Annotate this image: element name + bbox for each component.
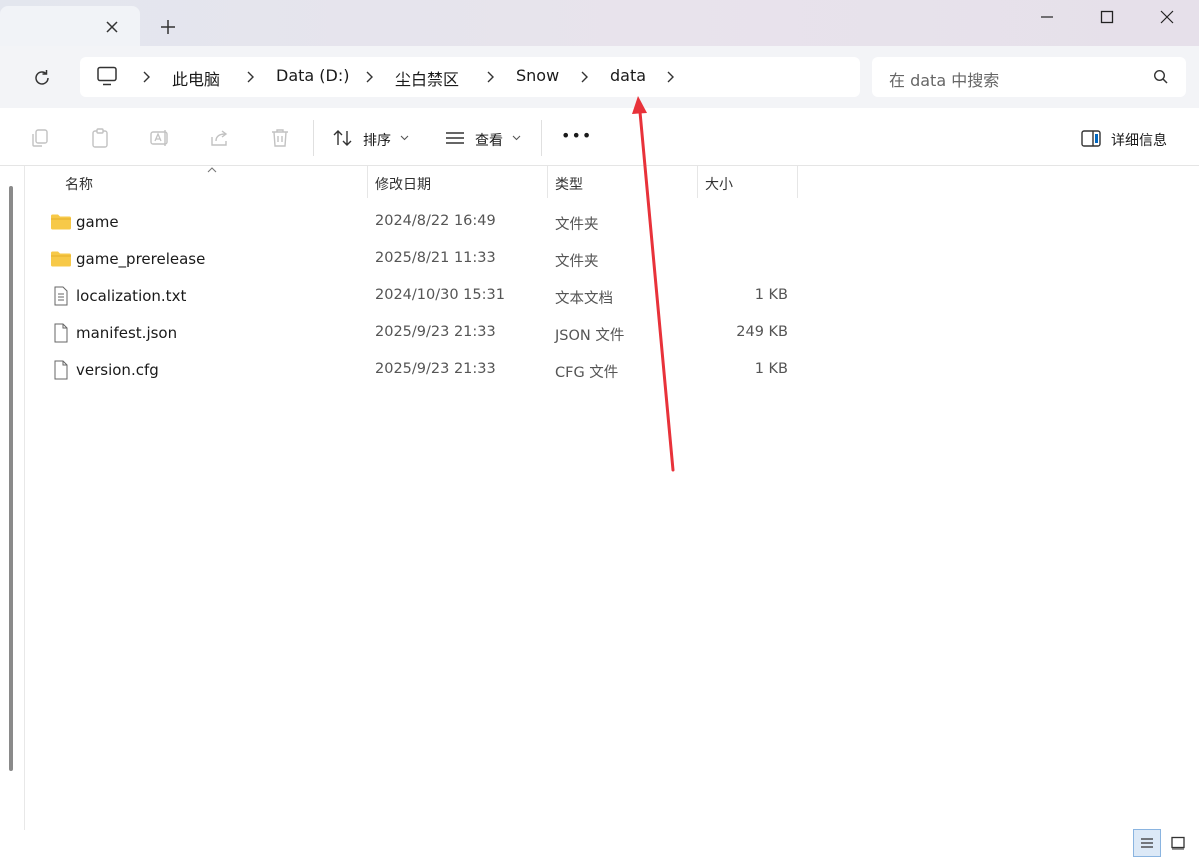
sort-button[interactable]: 排序	[363, 130, 391, 150]
file-date: 2025/9/23 21:33	[375, 324, 496, 340]
sort-icon[interactable]	[332, 127, 354, 149]
crumb-folder-1[interactable]: 尘白禁区	[395, 66, 459, 90]
plus-icon[interactable]	[158, 17, 178, 37]
file-type: JSON 文件	[555, 328, 625, 344]
minimize-button[interactable]	[1017, 0, 1077, 34]
more-options-button[interactable]: •••	[561, 126, 592, 145]
file-icon	[50, 323, 72, 343]
chevron-right-icon[interactable]	[141, 70, 153, 84]
toolbar-divider	[541, 120, 542, 156]
chevron-right-icon[interactable]	[579, 70, 591, 84]
list-view-icon	[1141, 838, 1153, 848]
folder-icon	[50, 249, 72, 269]
column-header-date[interactable]: 修改日期	[375, 174, 431, 194]
text-file-icon	[50, 286, 72, 306]
file-size: 249 KB	[736, 324, 788, 340]
refresh-icon[interactable]	[31, 67, 53, 89]
table-row[interactable]: game_prerelease 2025/8/21 11:33 文件夹	[44, 241, 804, 278]
file-type: 文本文档	[555, 291, 613, 307]
chevron-right-icon[interactable]	[245, 70, 257, 84]
close-icon[interactable]	[103, 18, 121, 36]
close-icon	[1160, 10, 1174, 24]
minimize-icon	[1041, 16, 1053, 18]
chevron-down-icon[interactable]	[512, 134, 521, 142]
file-date: 2025/8/21 11:33	[375, 250, 496, 266]
maximize-button[interactable]	[1077, 0, 1137, 34]
thumbnail-view-button[interactable]	[1164, 829, 1192, 857]
chevron-right-icon[interactable]	[665, 70, 677, 84]
folder-icon	[50, 212, 72, 232]
details-button[interactable]: 详细信息	[1111, 130, 1167, 150]
computer-icon[interactable]	[96, 66, 118, 86]
rename-icon[interactable]	[149, 127, 171, 149]
table-row[interactable]: version.cfg 2025/9/23 21:33 CFG 文件 1 KB	[44, 352, 804, 389]
crumb-folder-2[interactable]: Snow	[516, 66, 559, 85]
file-date: 2025/9/23 21:33	[375, 361, 496, 377]
file-type: CFG 文件	[555, 365, 619, 381]
scrollbar-thumb[interactable]	[9, 186, 13, 771]
table-row[interactable]: manifest.json 2025/9/23 21:33 JSON 文件 24…	[44, 315, 804, 352]
file-size: 1 KB	[754, 287, 788, 303]
file-type: 文件夹	[555, 254, 599, 270]
column-header-name[interactable]: 名称	[65, 174, 93, 194]
chevron-right-icon[interactable]	[364, 70, 376, 84]
file-name[interactable]: game_prerelease	[76, 250, 205, 268]
search-icon[interactable]	[1153, 69, 1169, 85]
tiles-view-icon	[1171, 836, 1185, 850]
command-bar	[0, 108, 1199, 166]
window-close-button[interactable]	[1137, 0, 1197, 34]
column-header-type[interactable]: 类型	[555, 174, 583, 194]
share-icon[interactable]	[209, 127, 231, 149]
search-input[interactable]: 在 data 中搜索	[889, 67, 999, 91]
file-name[interactable]: localization.txt	[76, 287, 186, 305]
view-button[interactable]: 查看	[475, 130, 503, 150]
view-icon[interactable]	[444, 127, 466, 149]
column-divider[interactable]	[547, 166, 548, 198]
file-date: 2024/8/22 16:49	[375, 213, 496, 229]
file-type: 文件夹	[555, 217, 599, 233]
file-name[interactable]: manifest.json	[76, 324, 177, 342]
chevron-right-icon[interactable]	[485, 70, 497, 84]
column-divider[interactable]	[797, 166, 798, 198]
paste-icon[interactable]	[89, 127, 111, 149]
column-divider[interactable]	[697, 166, 698, 198]
chevron-down-icon[interactable]	[400, 134, 409, 142]
details-pane-icon[interactable]	[1080, 128, 1102, 150]
file-name[interactable]: version.cfg	[76, 361, 159, 379]
column-divider[interactable]	[367, 166, 368, 198]
table-row[interactable]: localization.txt 2024/10/30 15:31 文本文档 1…	[44, 278, 804, 315]
table-row[interactable]: game 2024/8/22 16:49 文件夹	[44, 204, 804, 241]
toolbar-divider	[313, 120, 314, 156]
file-size: 1 KB	[754, 361, 788, 377]
crumb-drive[interactable]: Data (D:)	[276, 66, 349, 85]
crumb-current[interactable]: data	[610, 66, 646, 85]
file-icon	[50, 360, 72, 380]
sort-ascending-icon	[206, 166, 218, 174]
maximize-icon	[1100, 10, 1114, 24]
file-date: 2024/10/30 15:31	[375, 287, 505, 303]
file-name[interactable]: game	[76, 213, 119, 231]
delete-icon[interactable]	[269, 127, 291, 149]
details-view-button[interactable]	[1133, 829, 1161, 857]
crumb-this-pc[interactable]: 此电脑	[172, 66, 220, 90]
copy-icon[interactable]	[29, 127, 51, 149]
column-header-size[interactable]: 大小	[705, 174, 733, 194]
